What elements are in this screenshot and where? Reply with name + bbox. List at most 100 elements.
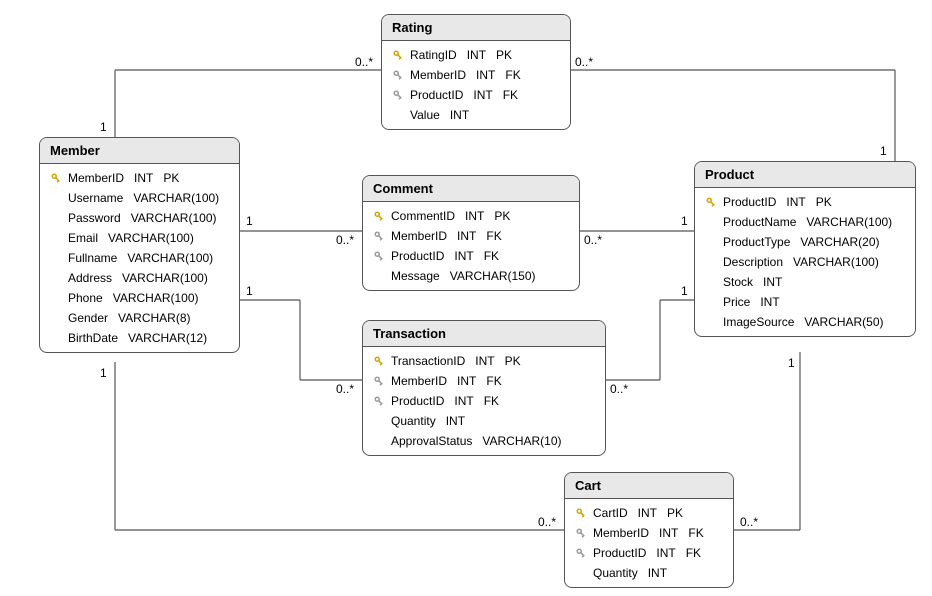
attr-name: Price [723, 295, 750, 309]
attr-row: ApprovalStatusVARCHAR(10) [363, 431, 605, 451]
attr-row: ProductIDINTFK [363, 391, 605, 411]
entity-transaction-title: Transaction [363, 321, 605, 347]
attr-type: INT [476, 68, 495, 82]
attr-row: Stock INT [695, 272, 915, 292]
attr-row: TransactionIDINTPK [363, 351, 605, 371]
attr-name: Password [68, 211, 121, 225]
attr-type: INT [763, 275, 782, 289]
card-comment-product-many: 0..* [584, 233, 602, 247]
attr-type: INT [760, 295, 779, 309]
attr-name: ProductType [723, 235, 790, 249]
attr-type: INT [454, 249, 473, 263]
attr-name: Description [723, 255, 783, 269]
attr-row: MemberIDINTFK [363, 226, 579, 246]
attr-name: CartID [593, 506, 628, 520]
attr-row: AddressVARCHAR(100) [40, 268, 239, 288]
attr-row: MessageVARCHAR(150) [363, 266, 579, 286]
attr-name: ProductID [723, 195, 776, 209]
attr-name: MemberID [391, 374, 447, 388]
attr-type: VARCHAR(20) [800, 235, 879, 249]
card-member-cart-many: 0..* [538, 515, 556, 529]
attr-name: Username [68, 191, 123, 205]
attr-name: MemberID [410, 68, 466, 82]
attr-constraint: PK [667, 506, 683, 520]
attr-key-col [371, 355, 387, 367]
attr-row: EmailVARCHAR(100) [40, 228, 239, 248]
attr-row: ProductNameVARCHAR(100) [695, 212, 915, 232]
attr-row: FullnameVARCHAR(100) [40, 248, 239, 268]
pk-key-icon [705, 196, 717, 208]
fk-key-icon [373, 230, 385, 242]
attr-row: CommentIDINTPK [363, 206, 579, 226]
attr-constraint: PK [505, 354, 521, 368]
attr-row: CartID INT PK [565, 503, 733, 523]
card-member-trans-1: 1 [246, 284, 253, 298]
entity-transaction-body: TransactionIDINTPKMemberIDINTFKProductID… [363, 347, 605, 455]
attr-row: DescriptionVARCHAR(100) [695, 252, 915, 272]
attr-name: Fullname [68, 251, 117, 265]
attr-type: INT [446, 414, 465, 428]
entity-member-body: MemberIDINTPKUsernameVARCHAR(100)Passwor… [40, 164, 239, 352]
card-comment-product-1: 1 [681, 214, 688, 228]
attr-key-col [371, 210, 387, 222]
attr-key-col [390, 69, 406, 81]
attr-row: GenderVARCHAR(8) [40, 308, 239, 328]
attr-row: RatingIDINTPK [382, 45, 570, 65]
attr-constraint: FK [688, 526, 703, 540]
attr-key-col [48, 172, 64, 184]
pk-key-icon [575, 507, 587, 519]
attr-key-col [703, 196, 719, 208]
attr-constraint: FK [503, 88, 518, 102]
fk-key-icon [373, 395, 385, 407]
attr-name: MemberID [593, 526, 649, 540]
attr-row: QuantityINT [565, 563, 733, 583]
entity-cart-title: Cart [565, 473, 733, 499]
attr-name: Address [68, 271, 112, 285]
attr-row: BirthDate VARCHAR(12) [40, 328, 239, 348]
card-rating-product-many: 0..* [575, 55, 593, 69]
attr-row: MemberIDINTPK [40, 168, 239, 188]
attr-row: ProductIDINTFK [565, 543, 733, 563]
attr-row: Price INT [695, 292, 915, 312]
entity-transaction: Transaction TransactionIDINTPKMemberIDIN… [362, 320, 606, 456]
attr-key-col [573, 507, 589, 519]
attr-name: CommentID [391, 209, 455, 223]
entity-member: Member MemberIDINTPKUsernameVARCHAR(100)… [39, 137, 240, 353]
attr-constraint: FK [484, 249, 499, 263]
attr-constraint: FK [486, 374, 501, 388]
attr-name: TransactionID [391, 354, 465, 368]
attr-type: INT [450, 108, 469, 122]
entity-member-title: Member [40, 138, 239, 164]
attr-name: ProductID [593, 546, 646, 560]
attr-type: INT [465, 209, 484, 223]
attr-constraint: FK [505, 68, 520, 82]
pk-key-icon [50, 172, 62, 184]
attr-type: VARCHAR(12) [128, 331, 207, 345]
attr-type: INT [457, 229, 476, 243]
attr-key-col [390, 89, 406, 101]
card-trans-product-many: 0..* [610, 382, 628, 396]
attr-name: Stock [723, 275, 753, 289]
card-cart-product-1: 1 [788, 356, 795, 370]
attr-type: INT [638, 506, 657, 520]
card-member-trans-many: 0..* [336, 382, 354, 396]
attr-row: PasswordVARCHAR(100) [40, 208, 239, 228]
attr-name: ProductName [723, 215, 796, 229]
attr-row: PhoneVARCHAR(100) [40, 288, 239, 308]
attr-row: ProductType VARCHAR(20) [695, 232, 915, 252]
attr-type: INT [786, 195, 805, 209]
attr-type: INT [454, 394, 473, 408]
attr-name: ApprovalStatus [391, 434, 472, 448]
attr-type: INT [473, 88, 492, 102]
attr-type: INT [659, 526, 678, 540]
attr-name: BirthDate [68, 331, 118, 345]
card-rating-product-1: 1 [880, 144, 887, 158]
attr-row: ImageSourceVARCHAR(50) [695, 312, 915, 332]
attr-row: MemberID INT FK [382, 65, 570, 85]
attr-name: Phone [68, 291, 103, 305]
attr-type: INT [656, 546, 675, 560]
fk-key-icon [392, 89, 404, 101]
attr-constraint: PK [816, 195, 832, 209]
attr-type: VARCHAR(8) [118, 311, 190, 325]
attr-row: MemberIDINTFK [363, 371, 605, 391]
